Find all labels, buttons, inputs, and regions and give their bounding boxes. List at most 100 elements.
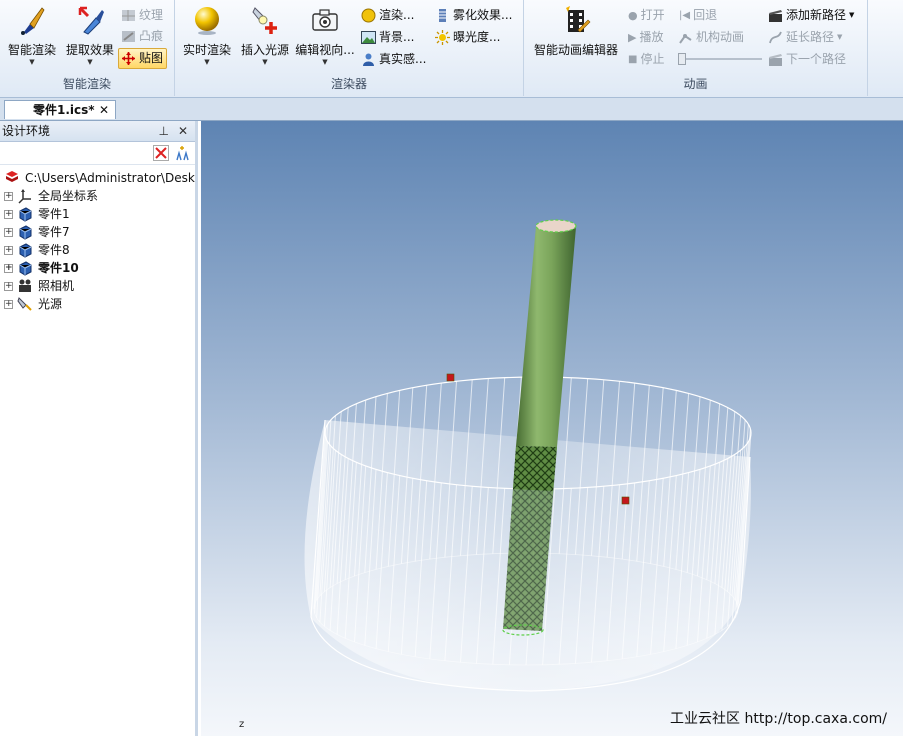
decal-label: 贴图 [139, 51, 164, 65]
panel-header: 设计环境 ⊥ ✕ [0, 121, 195, 142]
part-icon [19, 261, 32, 276]
play-button[interactable]: ▶ 播放 [628, 28, 663, 47]
edit-view-button[interactable]: 编辑视向... ▼ [295, 4, 355, 66]
3d-scene[interactable] [201, 121, 903, 736]
close-tab-icon[interactable]: ✕ [99, 101, 109, 120]
play-icon: ▶ [628, 31, 637, 44]
tree-item-part7[interactable]: + 零件7 [4, 223, 70, 241]
animation-group-label: 动画 [683, 77, 708, 91]
mechanism-anim-label: 机构动画 [696, 30, 745, 44]
expand-icon[interactable]: + [4, 209, 13, 219]
decal-button[interactable]: 贴图 [118, 48, 168, 69]
expand-icon[interactable]: + [4, 281, 13, 291]
clapper-next-icon [769, 54, 782, 66]
render-dialog-label: 渲染... [379, 8, 415, 22]
open-button[interactable]: ● 打开 [628, 6, 665, 25]
axis-label-z: z [239, 719, 245, 730]
chevron-down-icon: ▼ [849, 11, 855, 19]
realtime-render-button[interactable]: 实时渲染 ▼ [179, 4, 235, 66]
document-tab[interactable]: 零件1.ics* ✕ [4, 100, 116, 119]
tree-label: 零件7 [38, 225, 70, 239]
tree-item-part1[interactable]: + 零件1 [4, 205, 70, 223]
smart-anim-editor-button[interactable]: 智能动画编辑器 [528, 4, 624, 58]
open-label: 打开 [640, 8, 665, 22]
film-clapper-icon [566, 6, 591, 33]
panel-title: 设计环境 [2, 124, 51, 138]
tree-item-part10[interactable]: + 零件10 [4, 259, 79, 277]
close-panel-icon[interactable]: ✕ [178, 121, 188, 141]
3d-viewport[interactable]: z 工业云社区 http://top.caxa.com/ [201, 121, 903, 736]
smart-render-group: 智能渲染 ▼ 提取效果 ▼ 纹理 凸痕 贴图 智能渲染 [0, 0, 175, 96]
person-icon [363, 53, 374, 66]
slider-thumb[interactable] [678, 53, 686, 65]
stop-button[interactable]: ■ 停止 [628, 50, 664, 69]
expand-icon[interactable]: + [4, 299, 13, 309]
document-tab-bar: 零件1.ics* ✕ [0, 98, 903, 121]
expand-icon[interactable]: + [4, 263, 13, 273]
tree-label: C:\Users\Administrator\Desk [25, 171, 195, 185]
rewind-label: 回退 [693, 8, 718, 22]
bump-button[interactable]: 凸痕 [121, 27, 163, 46]
mechanism-icon [679, 34, 692, 44]
play-label: 播放 [639, 30, 664, 44]
realtime-render-label: 实时渲染 [182, 43, 231, 57]
extract-effect-label: 提取效果 [65, 43, 114, 57]
filter-icon[interactable] [174, 145, 190, 161]
chevron-down-icon: ▼ [204, 58, 210, 66]
design-env-icon [6, 171, 18, 182]
selection-handle[interactable] [446, 373, 455, 382]
tree-item-camera[interactable]: + 照相机 [4, 277, 74, 295]
smart-render-button[interactable]: 智能渲染 ▼ [4, 4, 60, 66]
tree-label: 零件1 [38, 207, 70, 221]
next-path-label: 下一个路径 [786, 52, 847, 66]
bump-label: 凸痕 [139, 29, 164, 43]
clapper-icon [769, 10, 782, 22]
landscape-image-icon [361, 31, 376, 44]
eyedropper-icon [78, 6, 104, 35]
insert-light-button[interactable]: 插入光源 ▼ [237, 4, 293, 66]
exposure-button[interactable]: 曝光度... [435, 28, 500, 47]
move-arrows-icon [122, 52, 135, 65]
bump-icon [122, 31, 135, 42]
tree-item-global-coords[interactable]: + 全局坐标系 [4, 187, 98, 205]
expand-icon[interactable]: + [4, 191, 13, 201]
part-icon [19, 225, 32, 240]
tree-label: 照相机 [38, 279, 75, 293]
selection-handle[interactable] [621, 496, 630, 505]
exposure-label: 曝光度... [453, 30, 501, 44]
document-tab-label: 零件1.ics* [33, 103, 95, 117]
tree-label: 全局坐标系 [38, 189, 99, 203]
expand-icon[interactable]: + [4, 227, 13, 237]
tree-label: 零件8 [38, 243, 70, 257]
clear-search-icon[interactable] [153, 145, 169, 161]
chevron-down-icon: ▼ [322, 58, 328, 66]
realism-button[interactable]: 真实感... [361, 50, 426, 69]
extract-effect-button[interactable]: 提取效果 ▼ [62, 4, 118, 66]
timeline-slider[interactable] [678, 53, 762, 65]
tree-root[interactable]: C:\Users\Administrator\Desk [4, 169, 195, 187]
add-path-button[interactable]: 添加新路径 ▼ [768, 6, 854, 25]
circle-icon: ● [628, 9, 638, 22]
coordinate-axes-icon [18, 189, 31, 204]
smart-anim-editor-label: 智能动画编辑器 [533, 43, 618, 57]
expand-icon[interactable]: + [4, 245, 13, 255]
tree-item-lights[interactable]: + 光源 [4, 295, 62, 313]
mechanism-anim-button[interactable]: 机构动画 [678, 28, 744, 47]
tree-label: 光源 [38, 297, 63, 311]
chevron-down-icon: ▼ [29, 58, 35, 66]
yellow-sphere-icon [195, 7, 219, 35]
pin-icon[interactable]: ⊥ [159, 121, 169, 141]
brush-icon [21, 7, 45, 35]
spotlight-plus-icon [252, 7, 277, 34]
curve-path-icon [769, 31, 782, 44]
extend-path-label: 延长路径 [786, 30, 835, 44]
render-dialog-button[interactable]: 渲染... [361, 6, 414, 25]
texture-button[interactable]: 纹理 [121, 6, 163, 25]
background-button[interactable]: 背景... [361, 28, 414, 47]
rewind-button[interactable]: |◀ 回退 [679, 6, 717, 25]
tree-item-part8[interactable]: + 零件8 [4, 241, 70, 259]
tree-label: 零件10 [38, 261, 79, 275]
next-path-button[interactable]: 下一个路径 [768, 50, 846, 69]
extend-path-button[interactable]: 延长路径 ▼ [768, 28, 842, 47]
fog-effect-button[interactable]: 雾化效果... [435, 6, 512, 25]
